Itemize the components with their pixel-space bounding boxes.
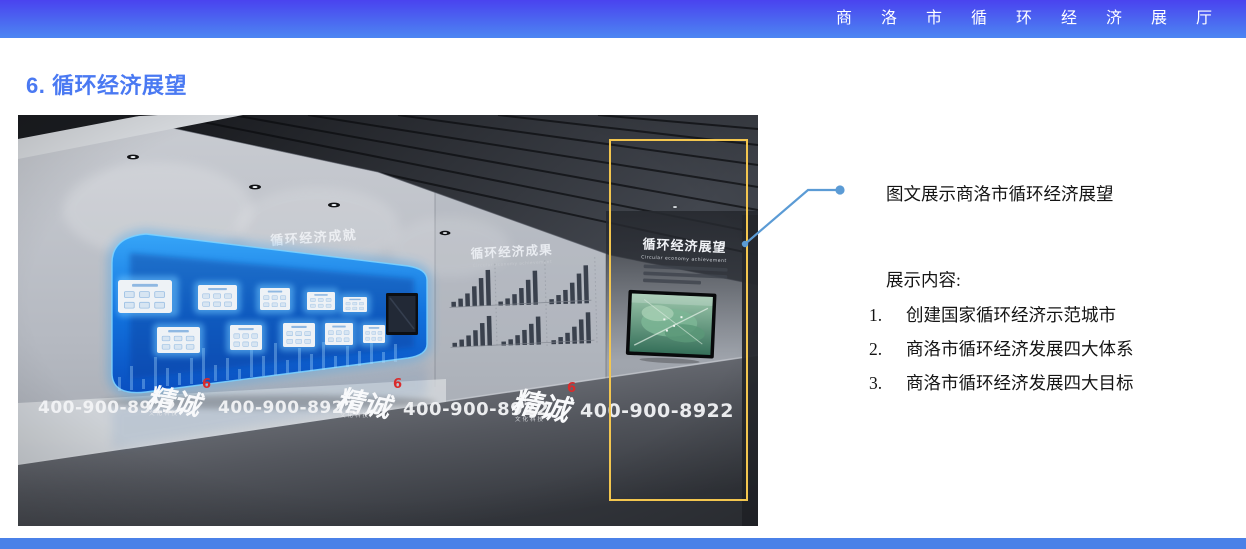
list-item: 2. 商洛市循环经济发展四大体系 [886, 339, 1134, 359]
footer-bar [0, 538, 1246, 549]
svg-text:文化科技: 文化科技 [149, 409, 179, 417]
callout-text: 图文展示商洛市循环经济展望 [886, 181, 1114, 206]
app-title: 商洛市循环经济展厅 [836, 0, 1241, 38]
content-title: 展示内容: [886, 270, 1134, 290]
content-list: 1. 创建国家循环经济示范城市 2. 商洛市循环经济发展四大体系 3. 商洛市循… [886, 305, 1134, 393]
list-item: 1. 创建国家循环经济示范城市 [886, 305, 1134, 325]
list-item-number: 3. [869, 373, 906, 393]
list-item: 3. 商洛市循环经济发展四大目标 [886, 373, 1134, 393]
list-item-text: 商洛市循环经济发展四大目标 [906, 373, 1134, 393]
list-item-number: 2. [869, 339, 906, 359]
watermark-mark: 6 [393, 377, 402, 392]
watermark-mark: 6 [567, 381, 576, 396]
list-item-number: 1. [869, 305, 906, 325]
list-item-text: 创建国家循环经济示范城市 [906, 305, 1116, 325]
watermark-mark: 6 [202, 377, 211, 392]
top-header-bar: 商洛市循环经济展厅 [0, 0, 1246, 38]
svg-text:文化科技: 文化科技 [340, 411, 370, 419]
svg-text:文化科技: 文化科技 [515, 415, 545, 423]
highlight-box [609, 139, 748, 501]
list-item-text: 商洛市循环经济发展四大体系 [906, 339, 1134, 359]
section-heading: 6. 循环经济展望 [26, 68, 187, 100]
callout-connector [739, 182, 851, 254]
page: 商洛市循环经济展厅 6. 循环经济展望 [0, 0, 1246, 549]
content-block: 展示内容: 1. 创建国家循环经济示范城市 2. 商洛市循环经济发展四大体系 3… [886, 270, 1134, 407]
